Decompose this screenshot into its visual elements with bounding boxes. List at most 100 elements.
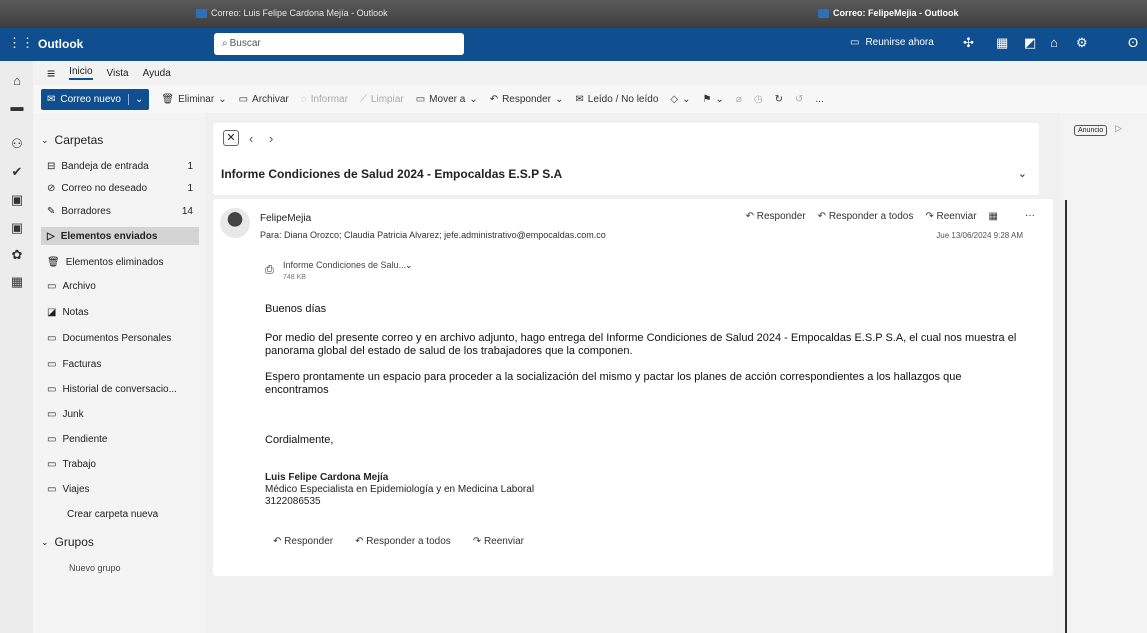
reply-button[interactable]: ↶ Responder ⌄ (490, 94, 564, 105)
subject-card: ✕ ‹ › Informe Condiciones de Salud 2024 … (213, 123, 1039, 195)
meet-now-button[interactable]: ▭ Reunirse ahora (850, 37, 934, 48)
meet-now-label: Reunirse ahora (865, 37, 934, 48)
reply-all-bottom-button[interactable]: ↶ Responder a todos (355, 536, 451, 547)
home-icon[interactable]: ⌂ (9, 73, 25, 88)
groups-section[interactable]: ⌄ Grupos (41, 535, 94, 549)
folder-count: 1 (187, 160, 193, 172)
snooze-button[interactable]: ◷ (754, 94, 763, 105)
feedback-icon[interactable]: ◩ (1024, 35, 1036, 51)
browser-tab-right[interactable]: Correo: FelipeMejia - Outlook (818, 8, 959, 18)
ad-badge[interactable]: Anuncio (1074, 125, 1108, 136)
people-icon[interactable]: ⚇ (9, 136, 25, 152)
bell-icon[interactable]: ⌂ (1050, 35, 1058, 50)
reply-button[interactable]: ↶ Responder (746, 211, 806, 222)
folder-icon: ▭ (47, 332, 57, 344)
folder-junk-2[interactable]: ▭ Junk (47, 405, 197, 423)
signature-title: Médico Especialista en Epidemiología y e… (265, 484, 535, 495)
close-icon[interactable]: ✕ (223, 130, 239, 146)
folder-drafts[interactable]: ✎ Borradores 14 (47, 202, 197, 220)
todo-icon[interactable]: ✔ (9, 164, 25, 180)
folder-icon: ▭ (47, 433, 57, 445)
new-group-link[interactable]: Nuevo grupo (69, 559, 219, 577)
folder-pending[interactable]: ▭ Pendiente (47, 430, 197, 448)
folder-junk[interactable]: ⊘ Correo no deseado 1 (47, 179, 197, 197)
calendar-view-icon[interactable]: ▦ (989, 211, 998, 222)
sender-name[interactable]: FelipeMejia (260, 213, 311, 224)
folder-notes[interactable]: ◪ Notas (47, 303, 197, 321)
sweep-button[interactable]: ⟋ Limpiar (360, 94, 404, 105)
delete-button[interactable]: 🗑 Eliminar ⌄ (161, 94, 226, 105)
apps-icon[interactable]: ✿ (9, 247, 25, 263)
ribbon-tabs: ≡ Inicio Vista Ayuda (33, 61, 1147, 85)
folder-sent[interactable]: ▷ Elementos enviados (41, 227, 199, 245)
folder-travel[interactable]: ▭ Viajes (47, 480, 197, 498)
folder-inbox[interactable]: ⊟ Bandeja de entrada 1 (47, 157, 197, 175)
more-actions-icon[interactable]: ··· (1025, 210, 1035, 221)
folder-count: 1 (187, 182, 193, 194)
chevron-down-icon[interactable]: ⌄ (127, 93, 143, 105)
browser-tab-left-title: Correo: Luis Felipe Cardona Mejía - Outl… (211, 8, 388, 18)
reply-label: Responder (502, 93, 551, 105)
message-subject: Informe Condiciones de Salud 2024 - Empo… (221, 167, 563, 181)
more-label: ... (815, 93, 824, 105)
folder-deleted[interactable]: 🗑 Elementos eliminados (47, 253, 197, 271)
recipients[interactable]: Diana Orozco; Claudia Patricia Alvarez; … (284, 230, 606, 240)
more-options-button[interactable]: ... (815, 94, 823, 105)
previous-icon[interactable]: ‹ (249, 131, 253, 146)
avatar[interactable] (220, 208, 250, 238)
tab-vista[interactable]: Vista (107, 68, 129, 79)
mail-icon[interactable]: ▬ (9, 99, 25, 114)
refresh-button[interactable]: ↻ (775, 94, 783, 105)
folder-icon: ▭ (47, 358, 57, 370)
outlook-tab-icon (196, 8, 207, 18)
envelope-icon: ✉ (47, 93, 56, 105)
teams-icon[interactable]: ✣ (963, 35, 974, 51)
folder-history[interactable]: ▭ Historial de conversacio... (47, 380, 197, 398)
word-icon[interactable]: ▣ (9, 192, 25, 208)
folder-archive[interactable]: ▭ Archivo (47, 277, 197, 295)
chevron-down-icon[interactable]: ⌄ (405, 260, 413, 271)
folders-section[interactable]: ⌄ Carpetas (41, 133, 103, 147)
move-to-button[interactable]: ▭ Mover a ⌄ (416, 94, 478, 105)
ad-column: Anuncio ▷ (1060, 113, 1147, 633)
reading-pane: ✕ ‹ › Informe Condiciones de Salud 2024 … (205, 113, 1060, 633)
recipients-line: Para: Diana Orozco; Claudia Patricia Alv… (260, 230, 606, 240)
excel-icon[interactable]: ▣ (9, 220, 25, 236)
lightbulb-icon[interactable]: ʘ (1128, 35, 1138, 50)
attachment[interactable]: ⎙ Informe Condiciones de Salu... 748 KB … (265, 257, 425, 285)
play-icon[interactable]: ▷ (1115, 123, 1122, 134)
app-launcher-icon[interactable]: ⋮⋮ (8, 36, 34, 50)
search-input[interactable]: ⌕ Buscar (214, 33, 464, 55)
folder-work[interactable]: ▭ Trabajo (47, 455, 197, 473)
forward-button[interactable]: ↷ Reenviar (925, 211, 976, 222)
archive-button[interactable]: ▭ Archivar (239, 94, 289, 105)
pin-button[interactable]: ⌀ (736, 94, 742, 105)
folder-invoices[interactable]: ▭ Facturas (47, 355, 197, 373)
create-folder-link[interactable]: Crear carpeta nueva (67, 505, 217, 523)
reply-all-button[interactable]: ↶ Responder a todos (818, 211, 914, 222)
report-button[interactable]: ◌ Informar (301, 94, 348, 105)
read-unread-button[interactable]: ✉ Leído / No leído (575, 94, 658, 105)
more-apps-icon[interactable]: ▦ (9, 274, 25, 290)
new-mail-button[interactable]: ✉ Correo nuevo ⌄ (41, 88, 150, 110)
forward-bottom-button[interactable]: ↷ Reenviar (473, 536, 524, 547)
reply-bottom-button[interactable]: ↶ Responder (273, 536, 333, 547)
menu-icon[interactable]: ≡ (47, 65, 55, 81)
chevron-down-icon: ⌄ (682, 93, 691, 105)
browser-tab-left[interactable]: Correo: Luis Felipe Cardona Mejía - Outl… (196, 8, 388, 18)
chevron-down-icon: ⌄ (555, 93, 564, 105)
tab-inicio[interactable]: Inicio (69, 66, 93, 80)
chevron-down-icon[interactable]: ⌄ (1018, 167, 1027, 180)
gear-icon[interactable]: ⚙ (1076, 35, 1088, 51)
undo-button[interactable]: ↺ (795, 94, 803, 105)
archive-label: Archivar (252, 93, 289, 105)
archive-icon: ▭ (47, 280, 57, 292)
signature-name: Luis Felipe Cardona Mejía (265, 472, 389, 483)
calendar-icon[interactable]: ▦ (996, 35, 1008, 51)
folder-personal-docs[interactable]: ▭ Documentos Personales (47, 329, 197, 347)
folder-label: Facturas (62, 358, 102, 370)
tab-ayuda[interactable]: Ayuda (143, 68, 171, 79)
next-icon[interactable]: › (269, 131, 273, 146)
flag-button[interactable]: ⚑ ⌄ (702, 94, 723, 105)
tag-button[interactable]: ◇ ⌄ (670, 94, 690, 105)
